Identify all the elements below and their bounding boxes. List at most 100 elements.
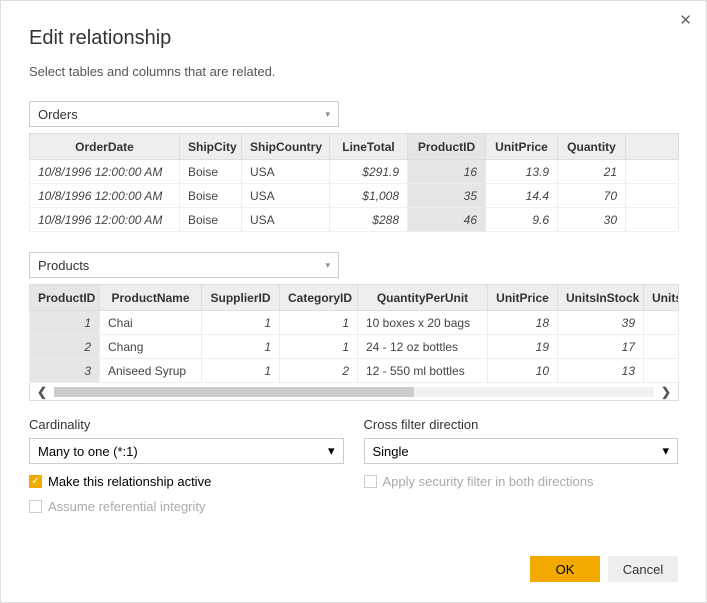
security-label: Apply security filter in both directions <box>383 474 594 489</box>
cell: 2 <box>30 335 100 359</box>
cell: Aniseed Syrup <box>100 359 202 383</box>
chevron-down-icon: ▾ <box>328 443 335 459</box>
cell: USA <box>242 208 330 232</box>
col-header[interactable]: ShipCountry <box>242 134 330 160</box>
crossfilter-dropdown[interactable]: Single ▾ <box>364 438 679 464</box>
col-header[interactable]: ProductName <box>100 285 202 311</box>
scroll-thumb[interactable] <box>54 387 414 397</box>
scroll-left-icon[interactable]: ❮ <box>30 385 54 399</box>
col-header[interactable]: UnitPrice <box>488 285 558 311</box>
cell: Chang <box>100 335 202 359</box>
horizontal-scrollbar[interactable]: ❮ ❯ <box>29 383 679 401</box>
cell: 19 <box>488 335 558 359</box>
cell: USA <box>242 184 330 208</box>
cell: 24 - 12 oz bottles <box>358 335 488 359</box>
col-header[interactable]: UnitsOnOrder <box>644 285 679 311</box>
active-label: Make this relationship active <box>48 474 211 489</box>
cell: 1 <box>280 311 358 335</box>
cell: 1 <box>280 335 358 359</box>
cell <box>626 208 679 232</box>
scroll-track[interactable] <box>54 387 654 397</box>
cell: Boise <box>180 184 242 208</box>
security-checkbox <box>364 475 377 488</box>
cell: 3 <box>30 359 100 383</box>
cell: 17 <box>558 335 644 359</box>
chevron-down-icon: ▾ <box>662 443 669 459</box>
cell: Chai <box>100 311 202 335</box>
cell: 16 <box>408 160 486 184</box>
cell: 10/8/1996 12:00:00 AM <box>30 184 180 208</box>
col-header[interactable]: UnitsInStock <box>558 285 644 311</box>
crossfilter-label: Cross filter direction <box>364 417 679 432</box>
table-row[interactable]: 3Aniseed Syrup1212 - 550 ml bottles1013 <box>30 359 679 383</box>
cell: 10 boxes x 20 bags <box>358 311 488 335</box>
col-header[interactable]: ProductID <box>408 134 486 160</box>
scroll-right-icon[interactable]: ❯ <box>654 385 678 399</box>
cell: 70 <box>558 184 626 208</box>
cell: $291.9 <box>330 160 408 184</box>
cell: 1 <box>202 311 280 335</box>
cell: 1 <box>202 359 280 383</box>
cell: Boise <box>180 208 242 232</box>
col-header[interactable]: LineTotal <box>330 134 408 160</box>
col-header[interactable]: UnitPrice <box>486 134 558 160</box>
cell: 12 - 550 ml bottles <box>358 359 488 383</box>
table-row[interactable]: 10/8/1996 12:00:00 AMBoiseUSA$291.91613.… <box>30 160 679 184</box>
cell: 9.6 <box>486 208 558 232</box>
col-header <box>626 134 679 160</box>
cell: 10 <box>488 359 558 383</box>
table2-preview: ProductID ProductName SupplierID Categor… <box>29 284 678 401</box>
col-header[interactable]: ShipCity <box>180 134 242 160</box>
table2-dropdown[interactable]: Products ▾ <box>29 252 339 278</box>
cell <box>644 359 679 383</box>
cell <box>626 184 679 208</box>
cell: 35 <box>408 184 486 208</box>
cell: 13 <box>558 359 644 383</box>
crossfilter-value: Single <box>373 444 409 459</box>
cell: 46 <box>408 208 486 232</box>
table-row[interactable]: 1Chai1110 boxes x 20 bags1839 <box>30 311 679 335</box>
dialog-footer: OK Cancel <box>530 556 678 582</box>
cell <box>644 311 679 335</box>
cell: USA <box>242 160 330 184</box>
table1-dropdown[interactable]: Orders ▾ <box>29 101 339 127</box>
cardinality-value: Many to one (*:1) <box>38 444 138 459</box>
integrity-checkbox <box>29 500 42 513</box>
cardinality-label: Cardinality <box>29 417 344 432</box>
cell <box>626 160 679 184</box>
active-checkbox[interactable]: ✓ <box>29 475 42 488</box>
cell <box>644 335 679 359</box>
cell: 10/8/1996 12:00:00 AM <box>30 160 180 184</box>
cell: 18 <box>488 311 558 335</box>
cancel-button[interactable]: Cancel <box>608 556 678 582</box>
integrity-label: Assume referential integrity <box>48 499 206 514</box>
col-header[interactable]: ProductID <box>30 285 100 311</box>
chevron-down-icon: ▾ <box>325 260 330 271</box>
col-header[interactable]: SupplierID <box>202 285 280 311</box>
cell: $288 <box>330 208 408 232</box>
close-icon[interactable]: ✕ <box>679 11 692 29</box>
cell: 30 <box>558 208 626 232</box>
col-header[interactable]: QuantityPerUnit <box>358 285 488 311</box>
cell: Boise <box>180 160 242 184</box>
table-row[interactable]: 10/8/1996 12:00:00 AMBoiseUSA$1,0083514.… <box>30 184 679 208</box>
col-header[interactable]: OrderDate <box>30 134 180 160</box>
cell: 2 <box>280 359 358 383</box>
col-header[interactable]: CategoryID <box>280 285 358 311</box>
col-header[interactable]: Quantity <box>558 134 626 160</box>
dialog-subtitle: Select tables and columns that are relat… <box>29 64 678 79</box>
table-row[interactable]: 10/8/1996 12:00:00 AMBoiseUSA$288469.630 <box>30 208 679 232</box>
cell: 21 <box>558 160 626 184</box>
ok-button[interactable]: OK <box>530 556 600 582</box>
table-row[interactable]: 2Chang1124 - 12 oz bottles1917 <box>30 335 679 359</box>
cell: 13.9 <box>486 160 558 184</box>
cell: 10/8/1996 12:00:00 AM <box>30 208 180 232</box>
cardinality-dropdown[interactable]: Many to one (*:1) ▾ <box>29 438 344 464</box>
cell: 1 <box>202 335 280 359</box>
edit-relationship-dialog: ✕ Edit relationship Select tables and co… <box>0 0 707 603</box>
cell: $1,008 <box>330 184 408 208</box>
table1-preview: OrderDate ShipCity ShipCountry LineTotal… <box>29 133 678 232</box>
table2-selected: Products <box>38 258 89 273</box>
cell: 39 <box>558 311 644 335</box>
chevron-down-icon: ▾ <box>325 109 330 120</box>
